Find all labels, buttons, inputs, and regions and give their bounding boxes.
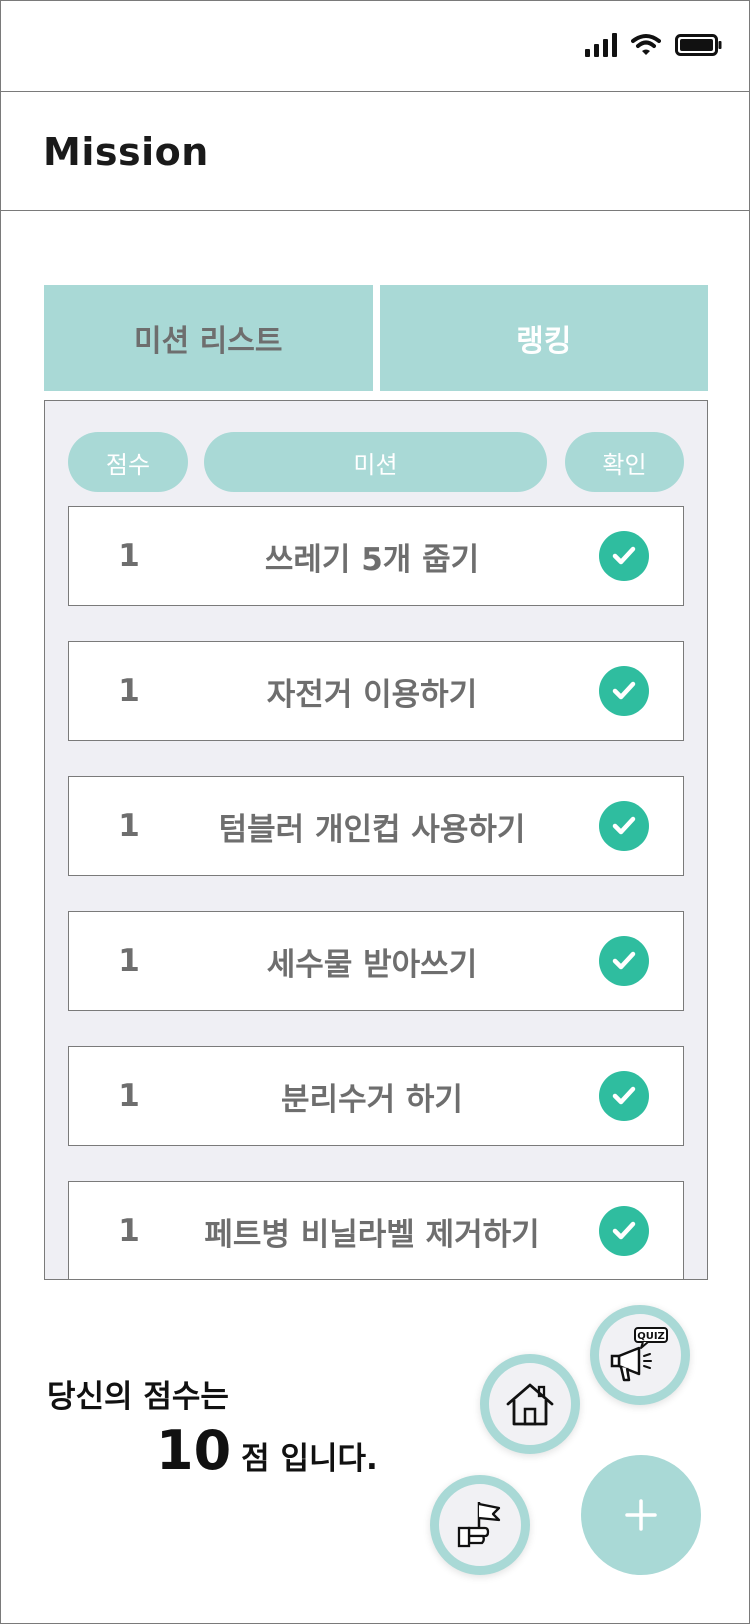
score-suffix: 점 입니다. [241,1441,378,1477]
quiz-button[interactable]: QUIZ [590,1305,690,1405]
tab-ranking[interactable]: 랭킹 [379,285,708,391]
status-icons [585,33,723,57]
mission-row[interactable]: 1 세수물 받아쓰기 [68,911,684,1011]
mission-flag-button[interactable] [430,1475,530,1575]
mission-row[interactable]: 1 자전거 이용하기 [68,641,684,741]
column-header-check: 확인 [565,432,684,492]
wifi-icon [631,34,661,55]
add-button[interactable] [581,1455,701,1575]
home-icon [506,1383,554,1426]
mission-score: 1 [118,808,140,844]
mission-title: 쓰레기 5개 줍기 [264,541,480,578]
mission-row[interactable]: 1 페트병 비닐라벨 제거하기 [68,1181,684,1279]
quiz-badge: QUIZ [637,1331,665,1342]
score-label: 당신의 점수는 [47,1379,229,1415]
status-bar [1,1,750,92]
check-icon[interactable] [599,801,649,851]
mission-title: 페트병 비닐라벨 제거하기 [204,1216,540,1253]
mission-score: 1 [118,943,140,979]
check-icon[interactable] [599,531,649,581]
column-header-score: 점수 [68,432,188,492]
battery-icon [675,34,722,56]
mission-score: 1 [118,1078,140,1114]
page-header: Mission [1,92,750,211]
check-icon[interactable] [599,666,649,716]
column-header-mission: 미션 [204,432,547,492]
home-button[interactable] [480,1354,580,1454]
check-icon[interactable] [599,1071,649,1121]
mission-score: 1 [118,1213,140,1249]
mission-title: 자전거 이용하기 [266,676,478,713]
tab-bar: 미션 리스트 랭킹 [44,285,708,391]
mission-score: 1 [118,538,140,574]
mission-score: 1 [118,673,140,709]
mission-row[interactable]: 1 텀블러 개인컵 사용하기 [68,776,684,876]
check-icon[interactable] [599,936,649,986]
mission-title: 세수물 받아쓰기 [266,946,478,983]
mission-list-panel[interactable]: 점수 미션 확인 1 쓰레기 5개 줍기 1 자전거 이용하기 1 텀블러 개인… [44,400,708,1280]
plus-icon [625,1499,657,1531]
check-icon[interactable] [599,1206,649,1256]
score-value: 10 [156,1419,232,1482]
megaphone-quiz-icon: QUIZ [610,1327,668,1382]
mission-title: 텀블러 개인컵 사용하기 [218,811,526,848]
mission-title: 분리수거 하기 [281,1081,463,1118]
score-line: 10 점 입니다. [156,1419,378,1482]
column-headers: 점수 미션 확인 [68,432,684,492]
signal-icon [585,33,617,57]
mission-row[interactable]: 1 분리수거 하기 [68,1046,684,1146]
tab-mission-list[interactable]: 미션 리스트 [44,285,373,391]
flag-hand-icon [457,1502,501,1548]
page-title: Mission [43,130,209,174]
app-screen: Mission 미션 리스트 랭킹 점수 미션 확인 1 쓰레기 5개 줍기 1… [0,0,750,1624]
mission-row[interactable]: 1 쓰레기 5개 줍기 [68,506,684,606]
